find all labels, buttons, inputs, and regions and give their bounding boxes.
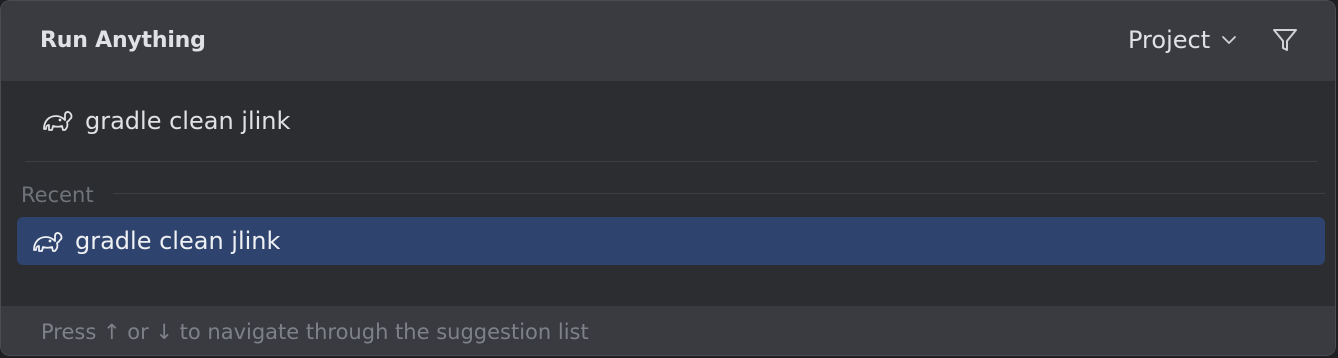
search-divider bbox=[25, 161, 1317, 162]
scope-label: Project bbox=[1128, 26, 1211, 54]
popup-header: Run Anything Project bbox=[1, 1, 1335, 81]
gradle-elephant-icon bbox=[43, 111, 73, 131]
popup-title: Run Anything bbox=[40, 28, 206, 53]
popup-footer: Press ↑ or ↓ to navigate through the sug… bbox=[1, 306, 1335, 355]
filter-icon[interactable] bbox=[1270, 25, 1300, 55]
result-item-selected[interactable]: gradle clean jlink bbox=[17, 217, 1325, 265]
run-anything-popup: Run Anything Project Recent gradle clean… bbox=[0, 0, 1336, 356]
navigation-hint: Press ↑ or ↓ to navigate through the sug… bbox=[41, 320, 589, 344]
search-row bbox=[1, 81, 1335, 161]
search-input[interactable] bbox=[85, 101, 1285, 141]
group-label-recent: Recent bbox=[21, 183, 94, 207]
gradle-elephant-icon bbox=[33, 232, 63, 252]
result-item-label: gradle clean jlink bbox=[75, 227, 281, 255]
chevron-down-icon bbox=[1222, 36, 1237, 44]
scope-dropdown[interactable]: Project bbox=[1128, 23, 1238, 57]
group-separator bbox=[113, 193, 1325, 194]
